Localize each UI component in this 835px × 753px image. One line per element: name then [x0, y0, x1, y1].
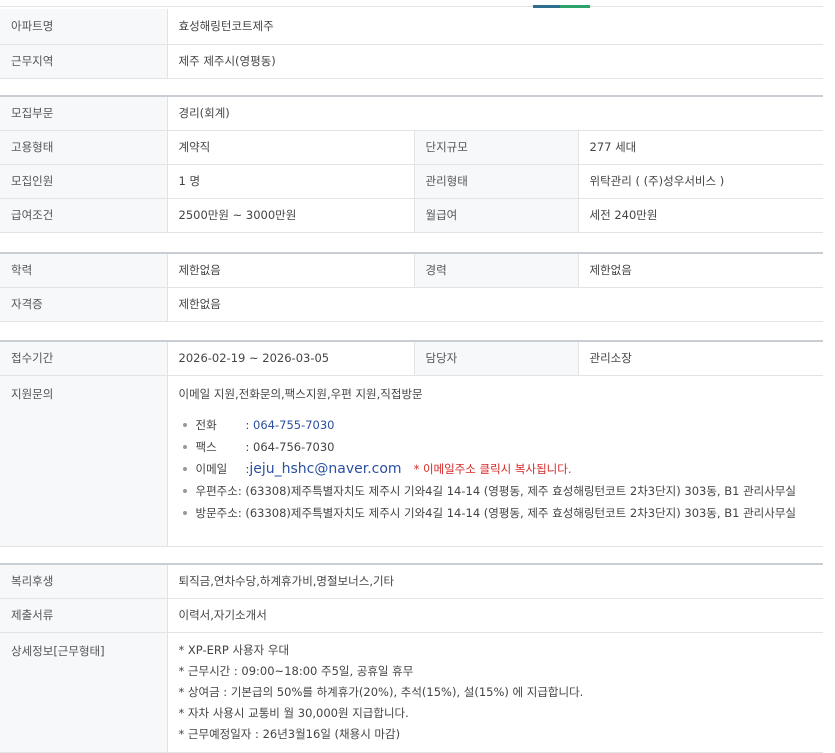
experience-label: 경력 [413, 252, 579, 288]
inquiry-content: 이메일 지원,전화문의,팩스지원,우편 지원,직접방문 전화 : 064-755-… [167, 375, 823, 547]
apartment-info-table: 아파트명 효성해링턴코트제주 근무지역 제주 제주시(영평동) [0, 9, 823, 79]
email-link[interactable]: jeju_hshc@naver.com [249, 461, 401, 477]
bullet-icon [182, 510, 187, 515]
bullet-icon [182, 444, 187, 449]
education-label: 학력 [0, 252, 168, 288]
certificate-value: 제한없음 [167, 287, 823, 322]
email-item: 이메일:jeju_hshc@naver.com * 이메일주소 클릭시 복사됩니다… [179, 458, 813, 480]
bullet-icon [182, 488, 187, 493]
phone-label: 전화 [195, 417, 217, 432]
application-table: 접수기간 2026-02-19 ~ 2026-03-05 담당자 관리소장 지원… [0, 340, 823, 547]
application-period-label: 접수기간 [0, 340, 168, 376]
active-tab-indicator-accent [560, 5, 590, 8]
detail-content: * XP-ERP 사용자 우대 * 근무시간 : 09:00~18:00 주5일… [167, 632, 823, 753]
fax-value: : 064-756-7030 [245, 439, 335, 454]
experience-value: 제한없음 [578, 252, 823, 288]
visit-address-item: 방문주소: (63308)제주특별자치도 제주시 기와4길 14-14 (영평동… [179, 502, 813, 524]
detail-line: * 상여금 : 기본급의 50%를 하계휴가(20%), 추석(15%), 설(… [178, 684, 584, 699]
fax-label: 팩스 [195, 439, 217, 454]
postal-address-value: : (63308)제주특별자치도 제주시 기와4길 14-14 (영평동, 제주… [237, 483, 796, 498]
education-value: 제한없음 [167, 252, 414, 288]
detail-line: * 근무시간 : 09:00~18:00 주5일, 공휴일 휴무 [178, 663, 414, 678]
detail-line: * 자차 사용시 교통비 월 30,000원 지급합니다. [178, 705, 409, 720]
employment-type-value: 계약직 [167, 130, 414, 165]
salary-value: 2500만원 ~ 3000만원 [167, 198, 414, 233]
welfare-value: 퇴직금,연차수당,하계휴가비,명절보너스,기타 [167, 563, 823, 599]
apartment-name-value: 효성해링턴코트제주 [167, 9, 823, 45]
complex-size-value: 277 세대 [578, 130, 823, 165]
employment-type-label: 고용형태 [0, 130, 168, 165]
welfare-label: 복리후생 [0, 563, 168, 599]
monthly-pay-label: 월급여 [413, 198, 579, 233]
contact-person-label: 담당자 [413, 340, 579, 376]
postal-address-label: 우편주소 [195, 483, 238, 498]
bullet-icon [182, 422, 187, 427]
visit-address-value: : (63308)제주특별자치도 제주시 기와4길 14-14 (영평동, 제주… [237, 505, 796, 520]
recruit-count-label: 모집인원 [0, 164, 168, 199]
work-region-value: 제주 제주시(영평동) [167, 44, 823, 79]
detail-line: * XP-ERP 사용자 우대 [178, 642, 290, 657]
recruit-dept-label: 모집부문 [0, 95, 168, 131]
apartment-name-label: 아파트명 [0, 9, 168, 45]
application-period-value: 2026-02-19 ~ 2026-03-05 [167, 340, 414, 376]
top-divider [0, 6, 823, 7]
contact-person-value: 관리소장 [578, 340, 823, 376]
bullet-icon [182, 466, 187, 471]
inquiry-methods: 이메일 지원,전화문의,팩스지원,우편 지원,직접방문 [178, 386, 423, 401]
salary-label: 급여조건 [0, 198, 168, 233]
email-label: 이메일 [195, 461, 228, 476]
recruit-count-value: 1 명 [167, 164, 414, 199]
complex-size-label: 단지규모 [413, 130, 579, 165]
detail-line: * 근무예정일자 : 26년3월16일 (채용시 마감) [178, 726, 401, 741]
work-region-label: 근무지역 [0, 44, 168, 79]
fax-item: 팩스 : 064-756-7030 [179, 436, 813, 458]
job-info-table: 모집부문 경리(회계) 고용형태 계약직 단지규모 277 세대 모집인원 1 … [0, 95, 823, 233]
email-copy-note: * 이메일주소 클릭시 복사됩니다. [413, 461, 572, 476]
qualification-table: 학력 제한없음 경력 제한없음 자격증 제한없음 [0, 252, 823, 322]
inquiry-label: 지원문의 [0, 375, 168, 547]
documents-value: 이력서,자기소개서 [167, 598, 823, 633]
documents-label: 제출서류 [0, 598, 168, 633]
phone-item: 전화 : 064-755-7030 [179, 414, 813, 436]
phone-value[interactable]: : 064-755-7030 [246, 418, 335, 432]
postal-address-item: 우편주소: (63308)제주특별자치도 제주시 기와4길 14-14 (영평동… [179, 480, 813, 502]
recruit-dept-value: 경리(회계) [167, 95, 823, 131]
extra-info-table: 복리후생 퇴직금,연차수당,하계휴가비,명절보너스,기타 제출서류 이력서,자기… [0, 563, 823, 753]
detail-label: 상세정보[근무형태] [0, 632, 168, 753]
management-type-value: 위탁관리 ( (주)성우서비스 ) [578, 164, 823, 199]
management-type-label: 관리형태 [413, 164, 579, 199]
visit-address-label: 방문주소 [195, 505, 238, 520]
monthly-pay-value: 세전 240만원 [578, 198, 823, 233]
certificate-label: 자격증 [0, 287, 168, 322]
contact-list: 전화 : 064-755-7030 팩스 : 064-756-7030 이메일:je… [179, 414, 813, 524]
